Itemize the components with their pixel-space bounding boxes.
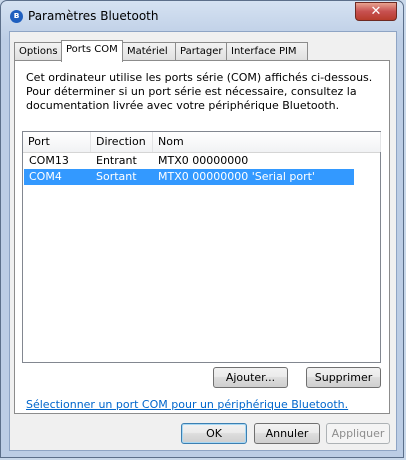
row-port: COM13: [29, 154, 69, 167]
tab-interface-pim[interactable]: Interface PIM: [226, 42, 308, 60]
select-com-port-link[interactable]: Sélectionner un port COM pour un périphé…: [26, 398, 348, 411]
column-header-direction[interactable]: Direction: [91, 132, 153, 152]
close-button[interactable]: ✕: [355, 2, 397, 21]
tab-options[interactable]: Options: [14, 42, 62, 60]
row-name: MTX0 00000000: [158, 154, 249, 167]
table-row[interactable]: COM13 Entrant MTX0 00000000: [24, 153, 354, 169]
tab-materiel[interactable]: Matériel: [122, 42, 176, 60]
bluetooth-icon: ʙ: [10, 10, 23, 23]
com-ports-list[interactable]: Port Direction Nom COM13 Entrant MTX0 00…: [22, 131, 381, 363]
table-row-selected[interactable]: COM4 Sortant MTX0 00000000 'Serial port': [24, 169, 354, 185]
add-button[interactable]: Ajouter...: [213, 367, 288, 388]
window-title: Paramètres Bluetooth: [28, 9, 159, 23]
column-header-nom[interactable]: Nom: [153, 132, 381, 152]
row-port: COM4: [29, 170, 62, 183]
ok-button[interactable]: OK: [181, 423, 247, 444]
tab-partager[interactable]: Partager: [175, 42, 227, 60]
description-text: Cet ordinateur utilise les ports série (…: [26, 71, 373, 112]
row-name: MTX0 00000000 'Serial port': [158, 170, 315, 183]
list-header: Port Direction Nom: [23, 132, 381, 153]
cancel-button[interactable]: Annuler: [254, 423, 320, 444]
dialog-client-area: Options Ports COM Matériel Partager Inte…: [9, 31, 397, 451]
bluetooth-settings-window: ʙ Paramètres Bluetooth ✕ Options Ports C…: [0, 0, 404, 458]
row-direction: Entrant: [96, 154, 137, 167]
apply-button[interactable]: Appliquer: [326, 423, 390, 444]
column-header-port[interactable]: Port: [23, 132, 91, 152]
close-icon: ✕: [370, 4, 382, 19]
tab-ports-com[interactable]: Ports COM: [61, 40, 123, 62]
ports-com-panel: Cet ordinateur utilise les ports série (…: [14, 60, 390, 414]
remove-button[interactable]: Supprimer: [306, 367, 381, 388]
row-direction: Sortant: [96, 170, 137, 183]
title-bar[interactable]: ʙ Paramètres Bluetooth ✕: [1, 1, 403, 31]
